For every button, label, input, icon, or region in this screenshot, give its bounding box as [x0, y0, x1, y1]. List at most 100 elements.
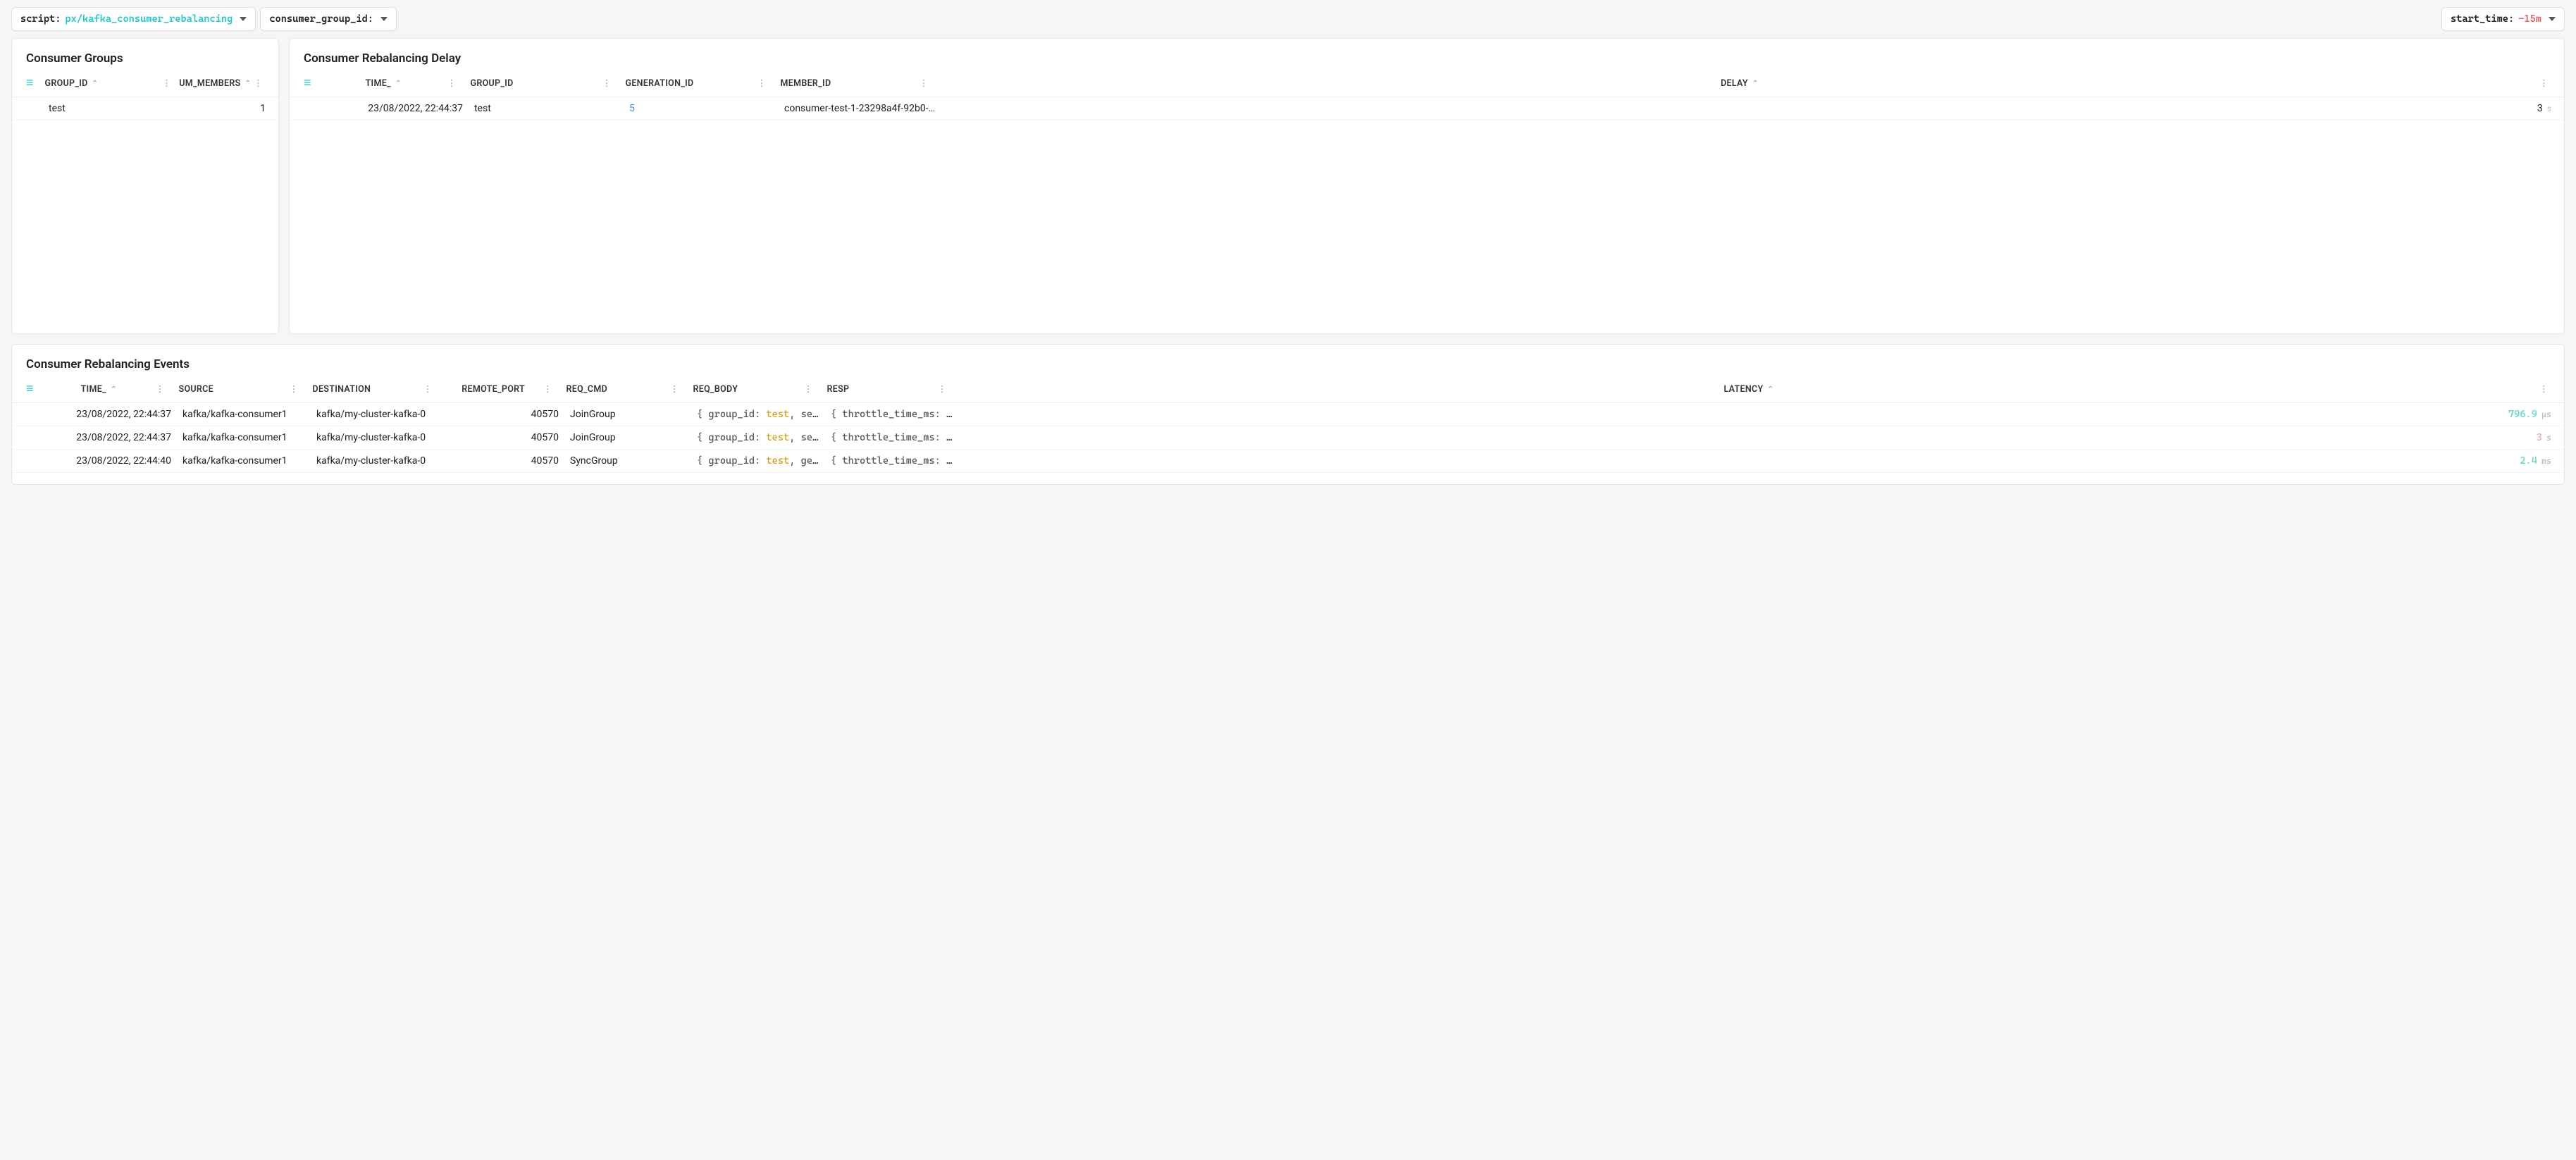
consumer-group-selector[interactable]: consumer_group_id: — [260, 7, 397, 31]
panels-row-1: Consumer Groups ≡ GROUP_ID ⌃ ⋮ NUM_MEMBE… — [0, 38, 2576, 344]
cell-destination: kafka/my-cluster-kafka-0 — [311, 455, 445, 467]
panel-title: Consumer Rebalancing Delay — [290, 39, 2564, 70]
cell-generation-id[interactable]: 5 — [624, 103, 779, 114]
consumer-group-label: consumer_group_id: — [269, 13, 373, 25]
cell-req-body: { group_id: test, gene… — [691, 455, 825, 467]
panel-title: Consumer Rebalancing Events — [12, 345, 2564, 376]
column-menu-icon[interactable]: ⋮ — [755, 78, 769, 89]
cell-destination: kafka/my-cluster-kafka-0 — [311, 432, 445, 443]
column-menu-icon[interactable]: ⋮ — [287, 383, 302, 395]
cell-req-body: { group_id: test, sess… — [691, 432, 825, 443]
cell-num-members: 1 — [180, 103, 271, 114]
col-member-id[interactable]: MEMBER_ID ⋮ — [775, 78, 937, 89]
col-source[interactable]: SOURCE ⋮ — [173, 383, 307, 395]
cell-latency: 3s — [959, 432, 2557, 443]
chevron-down-icon — [2549, 17, 2556, 21]
panels-row-2: Consumer Rebalancing Events ≡ TIME_ ⌃ ⋮ … — [0, 344, 2576, 495]
drag-handle-icon[interactable]: ≡ — [19, 77, 39, 90]
table-header: ≡ TIME_ ⌃ ⋮ GROUP_ID ⋮ GENERATION_ID ⋮ M… — [290, 70, 2564, 97]
cell-resp: { throttle_time_ms: 0… — [825, 432, 959, 443]
cell-destination: kafka/my-cluster-kafka-0 — [311, 409, 445, 420]
cell-remote-port: 40570 — [445, 432, 564, 443]
rebalancing-events-panel: Consumer Rebalancing Events ≡ TIME_ ⌃ ⋮ … — [11, 344, 2565, 485]
cell-latency: 796.9µs — [959, 409, 2557, 420]
table-body: test 1 — [12, 97, 278, 121]
toolbar: script: px/kafka_consumer_rebalancing co… — [0, 0, 2576, 38]
col-time[interactable]: TIME_ ⌃ ⋮ — [317, 78, 465, 89]
cell-source: kafka/kafka-consumer1 — [177, 432, 311, 443]
panel-title: Consumer Groups — [12, 39, 278, 70]
cell-delay: 3s — [941, 103, 2557, 114]
col-num-members[interactable]: NUM_MEMBERS ⌃ ⋮ — [180, 78, 271, 89]
consumer-groups-table: ≡ GROUP_ID ⌃ ⋮ NUM_MEMBERS ⌃ ⋮ test 1 — [12, 70, 278, 121]
col-group-id[interactable]: GROUP_ID ⌃ ⋮ — [39, 78, 180, 89]
table-row[interactable]: 23/08/2022, 22:44:40kafka/kafka-consumer… — [12, 450, 2564, 473]
column-menu-icon[interactable]: ⋮ — [445, 78, 459, 89]
column-menu-icon[interactable]: ⋮ — [2537, 383, 2551, 395]
col-group-id[interactable]: GROUP_ID ⋮ — [465, 78, 620, 89]
script-selector[interactable]: script: px/kafka_consumer_rebalancing — [11, 7, 256, 31]
cell-req-body: { group_id: test, sess… — [691, 409, 825, 420]
table-row[interactable]: 23/08/2022, 22:44:37kafka/kafka-consumer… — [12, 426, 2564, 450]
column-menu-icon[interactable]: ⋮ — [917, 78, 931, 89]
column-menu-icon[interactable]: ⋮ — [251, 78, 266, 89]
column-menu-icon[interactable]: ⋮ — [935, 383, 950, 395]
cell-source: kafka/kafka-consumer1 — [177, 409, 311, 420]
start-time-selector[interactable]: start_time: -15m — [2441, 7, 2565, 31]
column-menu-icon[interactable]: ⋮ — [600, 78, 614, 89]
cell-resp: { throttle_time_ms: 0… — [825, 455, 959, 467]
cell-req-cmd: SyncGroup — [564, 455, 691, 467]
column-menu-icon[interactable]: ⋮ — [2537, 78, 2551, 89]
column-menu-icon[interactable]: ⋮ — [540, 383, 555, 395]
rebalancing-delay-table: ≡ TIME_ ⌃ ⋮ GROUP_ID ⋮ GENERATION_ID ⋮ M… — [290, 70, 2564, 121]
cell-remote-port: 40570 — [445, 409, 564, 420]
column-menu-icon[interactable]: ⋮ — [667, 383, 682, 395]
start-time-label: start_time: — [2451, 13, 2514, 25]
sort-asc-icon: ⌃ — [245, 80, 252, 87]
table-header: ≡ GROUP_ID ⌃ ⋮ NUM_MEMBERS ⌃ ⋮ — [12, 70, 278, 97]
chevron-down-icon — [380, 17, 388, 21]
col-req-body[interactable]: REQ_BODY ⋮ — [688, 383, 822, 395]
sort-asc-icon: ⌃ — [395, 80, 402, 87]
table-body: 23/08/2022, 22:44:37 test 5 consumer-tes… — [290, 97, 2564, 121]
consumer-groups-panel: Consumer Groups ≡ GROUP_ID ⌃ ⋮ NUM_MEMBE… — [11, 38, 279, 334]
table-row[interactable]: 23/08/2022, 22:44:37 test 5 consumer-tes… — [290, 97, 2564, 121]
col-req-cmd[interactable]: REQ_CMD ⋮ — [561, 383, 688, 395]
col-remote-port[interactable]: REMOTE_PORT ⋮ — [441, 383, 561, 395]
chevron-down-icon — [240, 17, 247, 21]
drag-handle-icon[interactable]: ≡ — [297, 77, 317, 90]
rebalancing-delay-panel: Consumer Rebalancing Delay ≡ TIME_ ⌃ ⋮ G… — [289, 38, 2565, 334]
cell-req-cmd: JoinGroup — [564, 409, 691, 420]
table-body: 23/08/2022, 22:44:37kafka/kafka-consumer… — [12, 403, 2564, 473]
column-menu-icon[interactable]: ⋮ — [421, 383, 435, 395]
column-menu-icon[interactable]: ⋮ — [153, 383, 168, 395]
table-row[interactable]: test 1 — [12, 97, 278, 121]
cell-remote-port: 40570 — [445, 455, 564, 467]
col-resp[interactable]: RESP ⋮ — [822, 383, 955, 395]
table-row[interactable]: 23/08/2022, 22:44:37kafka/kafka-consumer… — [12, 403, 2564, 426]
cell-time: 23/08/2022, 22:44:40 — [43, 455, 177, 467]
cell-group-id: test — [43, 103, 180, 114]
cell-time: 23/08/2022, 22:44:37 — [321, 103, 469, 114]
drag-handle-icon[interactable]: ≡ — [19, 383, 39, 395]
sort-asc-icon: ⌃ — [1752, 80, 1759, 87]
start-time-value: -15m — [2518, 13, 2541, 25]
script-label: script: — [20, 13, 61, 25]
column-menu-icon[interactable]: ⋮ — [159, 78, 174, 89]
rebalancing-events-table: ≡ TIME_ ⌃ ⋮ SOURCE ⋮ DESTINATION ⋮ REMOT… — [12, 376, 2564, 473]
col-generation-id[interactable]: GENERATION_ID ⋮ — [620, 78, 775, 89]
cell-resp: { throttle_time_ms: 0… — [825, 409, 959, 420]
column-menu-icon[interactable]: ⋮ — [801, 383, 816, 395]
script-value: px/kafka_consumer_rebalancing — [65, 13, 233, 25]
cell-time: 23/08/2022, 22:44:37 — [43, 409, 177, 420]
cell-member-id: consumer-test-1-23298a4f-92b0-4… — [779, 103, 941, 114]
cell-time: 23/08/2022, 22:44:37 — [43, 432, 177, 443]
cell-latency: 2.4ms — [959, 455, 2557, 467]
col-latency[interactable]: LATENCY ⌃ ⋮ — [955, 383, 2557, 395]
sort-asc-icon: ⌃ — [92, 80, 99, 87]
col-time[interactable]: TIME_ ⌃ ⋮ — [39, 383, 173, 395]
col-destination[interactable]: DESTINATION ⋮ — [307, 383, 441, 395]
cell-group-id: test — [469, 103, 624, 114]
col-delay[interactable]: DELAY ⌃ ⋮ — [937, 78, 2557, 89]
table-header: ≡ TIME_ ⌃ ⋮ SOURCE ⋮ DESTINATION ⋮ REMOT… — [12, 376, 2564, 403]
